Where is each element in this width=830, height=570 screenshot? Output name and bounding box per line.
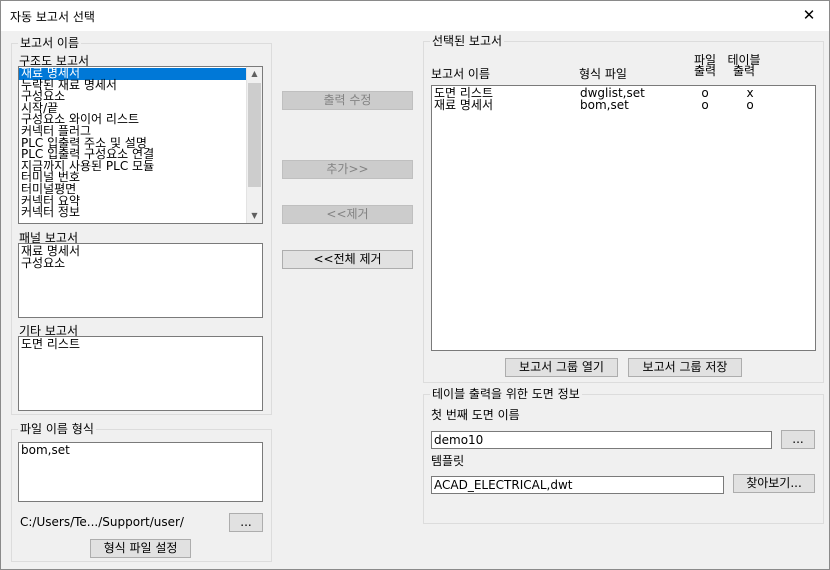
scroll-down-icon[interactable]: ▼ xyxy=(247,209,262,223)
schematic-reports-list[interactable]: 재료 명세서 누락된 재료 명세서 구성요소 시작/끝 구성요소 와이어 리스트 커넥터 … xyxy=(18,66,263,224)
first-drawing-browse-button[interactable]: ... xyxy=(781,430,815,449)
header-file-output: 파일 출력 xyxy=(693,53,717,78)
template-input[interactable]: ACAD_ELECTRICAL,dwt xyxy=(431,476,724,494)
window-title: 자동 보고서 선택 xyxy=(10,10,95,24)
table-cell-file-out: o xyxy=(701,98,709,112)
selected-reports-label: 선택된 보고서 xyxy=(430,34,505,48)
table-cell-name: 재료 명세서 xyxy=(434,98,494,112)
table-cell-format: bom,set xyxy=(580,98,629,112)
selected-reports-table[interactable]: 도면 리스트 dwglist,set o x 재료 명세서 bom,set o o xyxy=(431,85,816,351)
list-item[interactable]: bom,set xyxy=(19,444,262,457)
file-name-format-label: 파일 이름 형식 xyxy=(18,422,96,436)
list-item[interactable]: 커넥터 정보 xyxy=(19,206,246,219)
header-report-name: 보고서 이름 xyxy=(431,67,491,81)
edit-output-button[interactable]: 출력 수정 xyxy=(282,91,413,110)
remove-button[interactable]: <<제거 xyxy=(282,205,413,224)
remove-all-button[interactable]: <<전체 제거 xyxy=(282,250,413,269)
scroll-thumb[interactable] xyxy=(248,83,261,187)
header-format-file: 형식 파일 xyxy=(579,67,627,81)
title-bar: 자동 보고서 선택 ✕ xyxy=(1,1,829,31)
first-drawing-input[interactable]: demo10 xyxy=(431,431,772,449)
format-file-path: C:/Users/Te.../Support/user/ xyxy=(20,515,184,529)
table-output-info-label: 테이블 출력을 위한 도면 정보 xyxy=(430,387,582,401)
open-report-group-button[interactable]: 보고서 그룹 열기 xyxy=(505,358,618,377)
first-drawing-label: 첫 번째 도면 이름 xyxy=(431,408,520,422)
save-report-group-button[interactable]: 보고서 그룹 저장 xyxy=(628,358,742,377)
format-path-browse-button[interactable]: ... xyxy=(229,513,263,532)
schematic-list-scrollbar[interactable]: ▲ ▼ xyxy=(246,67,262,223)
template-label: 템플릿 xyxy=(431,454,465,468)
list-item[interactable]: 구성요소 xyxy=(19,257,262,270)
header-table-output: 테이블 출력 xyxy=(727,53,761,78)
other-reports-list[interactable]: 도면 리스트 xyxy=(18,336,263,411)
list-item[interactable]: 도면 리스트 xyxy=(19,338,262,351)
close-icon[interactable]: ✕ xyxy=(795,4,823,28)
table-cell-table-out: o xyxy=(746,98,754,112)
template-browse-button[interactable]: 찾아보기... xyxy=(733,474,815,493)
panel-reports-list[interactable]: 재료 명세서 구성요소 xyxy=(18,243,263,318)
scroll-up-icon[interactable]: ▲ xyxy=(247,67,262,81)
table-row[interactable]: 재료 명세서 bom,set o o xyxy=(432,99,815,111)
add-button[interactable]: 추가>> xyxy=(282,160,413,179)
report-selection-dialog: 자동 보고서 선택 ✕ 보고서 이름 구조도 보고서 재료 명세서 누락된 재료 … xyxy=(0,0,830,570)
report-names-label: 보고서 이름 xyxy=(18,36,82,50)
set-format-file-button[interactable]: 형식 파일 설정 xyxy=(90,539,191,558)
format-file-list[interactable]: bom,set xyxy=(18,442,263,502)
